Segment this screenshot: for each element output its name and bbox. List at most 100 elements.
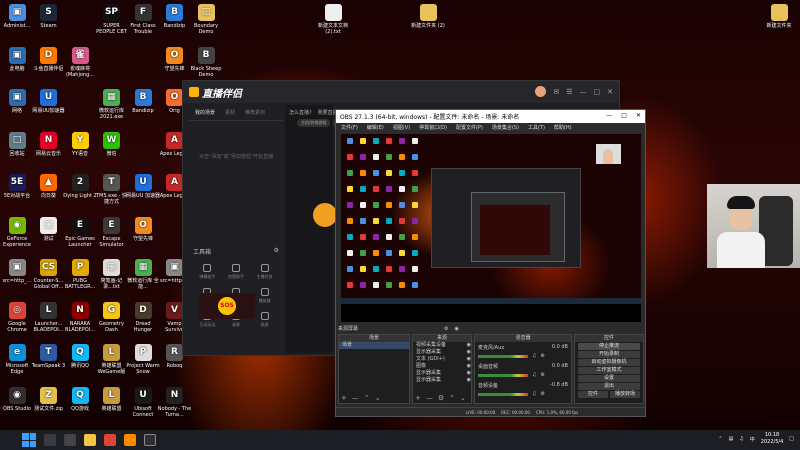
menu-how-to-live[interactable]: 怎么直播? xyxy=(289,109,312,116)
tray-up-icon[interactable]: ⌃ xyxy=(718,436,722,442)
close-icon[interactable]: ✕ xyxy=(636,112,641,119)
source-item[interactable]: 视频采集设备 ◉ xyxy=(413,342,471,349)
desktop-icon[interactable]: ◉ GeForce Experience xyxy=(0,216,34,248)
start-button[interactable] xyxy=(22,433,36,447)
desktop-icon[interactable]: T TeamSpeak 3 xyxy=(32,344,66,369)
desktop-icon[interactable]: e Microsoft Edge xyxy=(0,344,34,375)
volume-meter[interactable] xyxy=(478,392,528,396)
desktop-icon[interactable]: Z 测试文件.zip xyxy=(32,386,66,412)
remove-icon[interactable]: — xyxy=(352,394,359,402)
notification-icon[interactable]: □ xyxy=(789,436,794,442)
desktop-icon[interactable]: SP SUPER PEOPLE CBT xyxy=(95,4,129,35)
eye-icon[interactable]: ◉ xyxy=(467,370,471,377)
desktop-icon[interactable]: ▲ 向日葵 xyxy=(32,174,66,199)
up-icon[interactable]: ⌃ xyxy=(449,394,455,402)
desktop-file-icon[interactable]: 新建文件夹 (2) xyxy=(411,4,445,29)
maximize-icon[interactable]: □ xyxy=(621,112,627,119)
tool-item[interactable]: 弹幕助手 xyxy=(193,264,222,280)
desktop-icon[interactable]: L 英雄联盟 WeGame版 xyxy=(95,344,129,375)
eye-icon[interactable]: ◉ xyxy=(467,349,471,356)
eye-icon[interactable]: ◉ xyxy=(467,377,471,384)
desktop-icon[interactable]: □ 测试 xyxy=(32,216,66,242)
obs-menu-item[interactable]: 停靠窗口(D) xyxy=(419,124,447,131)
tab-my-scenes[interactable]: 我的场景 xyxy=(195,109,215,116)
filter-icon[interactable]: ◉ xyxy=(455,326,459,332)
minimize-icon[interactable]: — xyxy=(580,88,587,96)
desktop-icon[interactable]: CS Counter-S... Global Off... xyxy=(32,259,66,290)
desktop-icon[interactable]: P Project Warm Snow xyxy=(126,344,160,375)
obs-menu-item[interactable]: 场景集合(S) xyxy=(492,124,519,131)
add-icon[interactable]: + xyxy=(415,394,421,402)
obs-taskbar-icon[interactable] xyxy=(144,434,156,446)
scene-item[interactable]: 场景 xyxy=(339,342,409,349)
eye-icon[interactable]: ◉ xyxy=(467,342,471,349)
desktop-icon[interactable]: N Nobody - The Turna... xyxy=(158,386,192,418)
desktop-icon[interactable]: S Steam xyxy=(32,4,66,29)
desktop-icon[interactable]: ▣ 此电脑 xyxy=(0,46,34,72)
chrome-taskbar-icon[interactable] xyxy=(104,434,116,446)
desktop-icon[interactable]: U 网易UU 加速器 xyxy=(126,174,160,199)
minimize-icon[interactable]: — xyxy=(606,112,612,119)
desktop-file-icon[interactable]: 新建文件夹 xyxy=(762,4,796,29)
task-view-icon[interactable] xyxy=(64,434,76,446)
desktop-icon[interactable]: ▦ 微软运行库 2021.exe xyxy=(95,89,129,120)
volume-icon[interactable]: ♫ xyxy=(739,436,743,442)
obs-menu-item[interactable]: 配置文件(P) xyxy=(456,124,483,131)
close-icon[interactable]: ✕ xyxy=(607,88,613,96)
obs-menu-item[interactable]: 编辑(E) xyxy=(367,124,384,131)
search-icon[interactable] xyxy=(44,434,56,446)
obs-control-button[interactable]: 启动虚拟摄像机 xyxy=(578,359,640,366)
obs-control-button[interactable]: 设置 xyxy=(578,375,640,382)
desktop-icon[interactable]: N 网易云音乐 xyxy=(32,131,66,157)
desktop-icon[interactable]: P PUBG BATTLEGR... xyxy=(63,259,97,290)
obs-menu-item[interactable]: 文件(F) xyxy=(341,124,358,131)
obs-control-button[interactable]: 开始录制 xyxy=(578,351,640,358)
volume-meter[interactable] xyxy=(478,373,528,377)
mail-icon[interactable]: ✉ xyxy=(553,88,559,96)
desktop-icon[interactable]: 雀雀魂麻将 (Mahjong... xyxy=(63,46,97,78)
desktop-icon[interactable]: G Geometry Dash xyxy=(95,301,129,333)
network-icon[interactable]: ▤ xyxy=(729,436,734,442)
remove-icon[interactable]: — xyxy=(426,394,433,402)
speaker-icon[interactable]: ♫ xyxy=(532,372,536,378)
tab-recommended[interactable]: 推荐素材 xyxy=(245,109,265,116)
obs-control-button[interactable]: 停止推流 xyxy=(578,343,640,350)
desktop-icon[interactable]: L Launcher... BLADEPOI... xyxy=(32,301,66,333)
desktop-icon[interactable]: 2 Dying Light 2 xyxy=(63,174,97,199)
obs-control-button[interactable]: 退出 xyxy=(578,383,640,390)
down-icon[interactable]: ⌄ xyxy=(460,394,466,402)
desktop-icon[interactable]: ▣ src=http_... xyxy=(0,259,34,284)
obs-control-button[interactable]: 工作室模式 xyxy=(578,367,640,374)
desktop-icon[interactable]: ▣ 网络 xyxy=(0,89,34,114)
desktop-icon[interactable]: L 英雄联盟 xyxy=(95,386,129,412)
studio-toggle[interactable]: 控件 xyxy=(578,391,608,398)
tool-item[interactable]: 主播任务 xyxy=(250,264,279,280)
desktop-icon[interactable]: U Ubisoft Connect xyxy=(126,386,160,418)
gear-icon[interactable]: ⚙ xyxy=(444,326,448,332)
source-item[interactable]: 图像 ◉ xyxy=(413,363,471,370)
desktop-icon[interactable]: B Bandizip xyxy=(158,4,192,29)
down-icon[interactable]: ⌄ xyxy=(375,394,381,402)
gear-icon[interactable]: ⚙ xyxy=(438,394,444,402)
desktop-icon[interactable]: D 斗鱼直播伴侣 xyxy=(32,46,66,72)
desktop-icon[interactable]: E Epic Games Launcher xyxy=(63,216,97,248)
source-item[interactable]: 显示器采集 ◉ xyxy=(413,349,471,356)
menu-icon[interactable]: ☰ xyxy=(566,88,572,96)
clock[interactable]: 10:18 2022/5/4 xyxy=(761,432,783,446)
desktop-icon[interactable]: W 微信 xyxy=(95,131,129,157)
file-explorer-icon[interactable] xyxy=(84,434,96,446)
speaker-icon[interactable]: ♫ xyxy=(532,391,536,397)
obs-menu-item[interactable]: 视图(V) xyxy=(393,124,410,131)
category-tag[interactable]: 主机/其他游戏 xyxy=(297,119,331,127)
desktop-icon[interactable]: N NARAKA BLADEPOI... xyxy=(63,301,97,333)
desktop-icon[interactable]: O 守望先锋 xyxy=(126,216,160,242)
avatar[interactable] xyxy=(535,86,547,97)
promo-banner[interactable]: SOS xyxy=(199,293,255,319)
desktop-icon[interactable]: O 守望先锋 xyxy=(158,46,192,72)
settings-icon[interactable]: ⚙ xyxy=(274,247,279,256)
tool-item[interactable]: 房管助手 xyxy=(222,264,251,280)
transition-toggle[interactable]: 播放转场 xyxy=(610,391,640,398)
source-item[interactable]: 显示器采集 ◉ xyxy=(413,377,471,384)
obs-menu-item[interactable]: 工具(T) xyxy=(528,124,545,131)
desktop-icon[interactable]: T TM5.exe - 快捷方式 xyxy=(95,174,129,205)
